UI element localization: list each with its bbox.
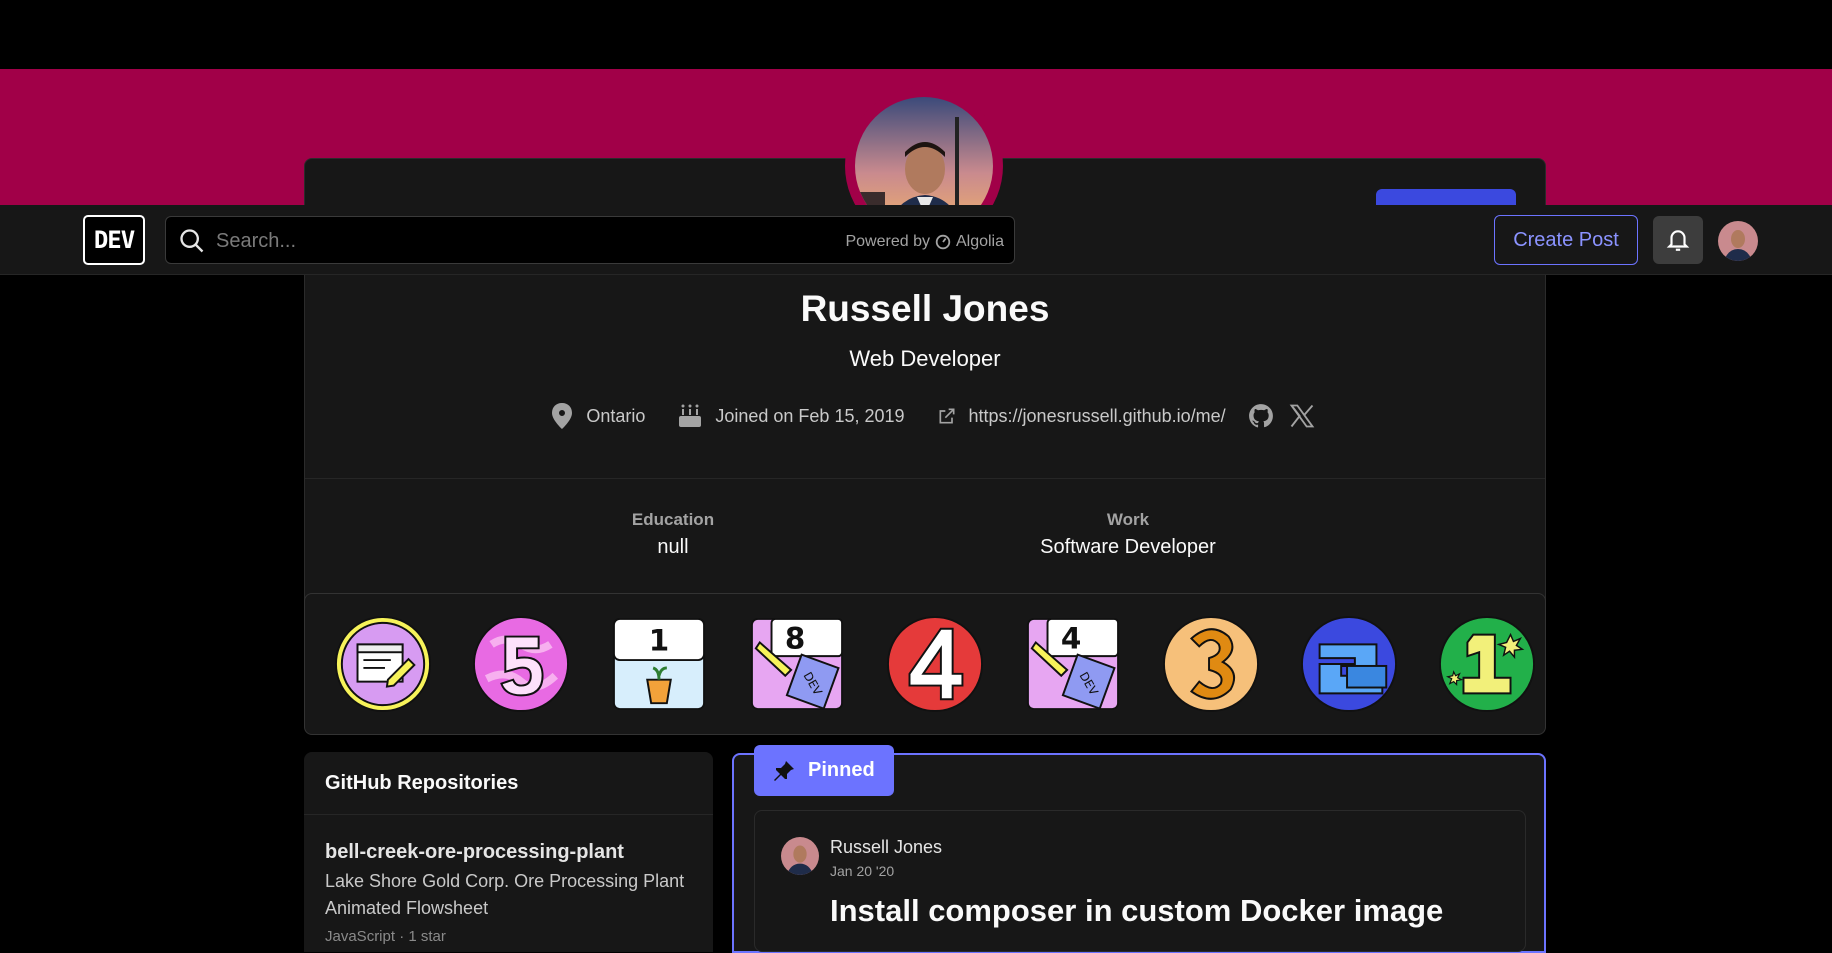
work-block: Work Software Developer: [978, 510, 1278, 559]
powered-by-label: Powered by: [845, 233, 930, 250]
profile-website[interactable]: https://jonesrussell.github.io/me/: [937, 406, 1226, 427]
joined-text: Joined on Feb 15, 2019: [715, 405, 905, 426]
location-pin-icon: [552, 403, 573, 429]
algolia-label: Algolia: [955, 233, 1004, 250]
profile-name: Russell Jones: [800, 288, 1050, 329]
create-post-button[interactable]: Create Post: [1494, 215, 1638, 265]
three-year-club-badge[interactable]: [1162, 615, 1260, 713]
top-navbar: DEV Powered by Algolia Create Post: [0, 205, 1832, 275]
bell-icon: [1666, 230, 1690, 251]
pinned-label: Pinned: [808, 759, 875, 781]
algolia-icon: [935, 234, 951, 250]
search-icon: [178, 227, 206, 260]
top-strip: [0, 0, 1832, 69]
repos-divider: [304, 814, 713, 815]
education-value: null: [657, 536, 689, 558]
user-menu-avatar[interactable]: [1718, 221, 1758, 261]
profile-joined: Joined on Feb 15, 2019: [677, 403, 905, 429]
repo-name[interactable]: bell-creek-ore-processing-plant: [325, 841, 692, 864]
pinned-post-card[interactable]: Russell Jones Jan 20 '20 Install compose…: [754, 810, 1526, 952]
repo-description: Lake Shore Gold Corp. Ore Processing Pla…: [325, 871, 685, 918]
github-icon[interactable]: [1248, 403, 1274, 429]
svg-text:1: 1: [649, 623, 669, 657]
social-links: [1248, 402, 1316, 430]
pinned-badge: Pinned: [754, 745, 894, 796]
post-title[interactable]: Install composer in custom Docker image: [830, 893, 1443, 929]
profile-meta: Ontario Joined on Feb 15, 2019 https://j…: [304, 402, 1546, 430]
writing-debut-badge[interactable]: [334, 615, 432, 713]
post-author-avatar[interactable]: [781, 837, 819, 875]
dev-logo[interactable]: DEV: [83, 215, 145, 265]
profile-location: Ontario: [550, 402, 645, 430]
two-year-club-badge[interactable]: [1300, 615, 1398, 713]
search-bar[interactable]: Powered by Algolia: [165, 216, 1015, 265]
five-year-club-badge[interactable]: [472, 615, 570, 713]
education-label: Education: [631, 510, 715, 529]
svg-text:4: 4: [1061, 621, 1081, 655]
website-link[interactable]: https://jonesrussell.github.io/me/: [969, 406, 1226, 427]
external-link-icon: [939, 408, 955, 424]
profile-divider: [305, 478, 1545, 479]
notifications-button[interactable]: [1653, 216, 1703, 264]
four-year-club-badge[interactable]: [886, 615, 984, 713]
github-repositories-panel: GitHub Repositories bell-creek-ore-proce…: [304, 752, 713, 952]
pin-icon: [774, 760, 794, 781]
work-value: Software Developer: [1040, 536, 1216, 558]
post-author-name[interactable]: Russell Jones: [830, 837, 942, 858]
github-repositories-title: GitHub Repositories: [325, 772, 519, 794]
badges-strip: 1 8 DEV 4 DEV: [304, 593, 1546, 735]
location-text: Ontario: [586, 405, 646, 426]
one-week-streak-badge[interactable]: [1438, 615, 1536, 713]
svg-text:8: 8: [785, 621, 805, 655]
search-input[interactable]: [214, 217, 698, 265]
eight-week-streak-badge[interactable]: 8 DEV: [748, 615, 846, 713]
work-label: Work: [1106, 510, 1150, 529]
powered-by-algolia[interactable]: Powered by Algolia: [845, 233, 1004, 251]
repo-meta: JavaScript · 1 star: [325, 928, 446, 945]
one-year-club-badge[interactable]: 1: [610, 615, 708, 713]
four-week-streak-badge[interactable]: 4 DEV: [1024, 615, 1122, 713]
cake-icon: [679, 404, 702, 427]
education-block: Education null: [523, 510, 823, 559]
x-twitter-icon[interactable]: [1288, 402, 1316, 430]
post-date[interactable]: Jan 20 '20: [830, 863, 894, 879]
profile-bio: Web Developer: [849, 346, 1001, 371]
